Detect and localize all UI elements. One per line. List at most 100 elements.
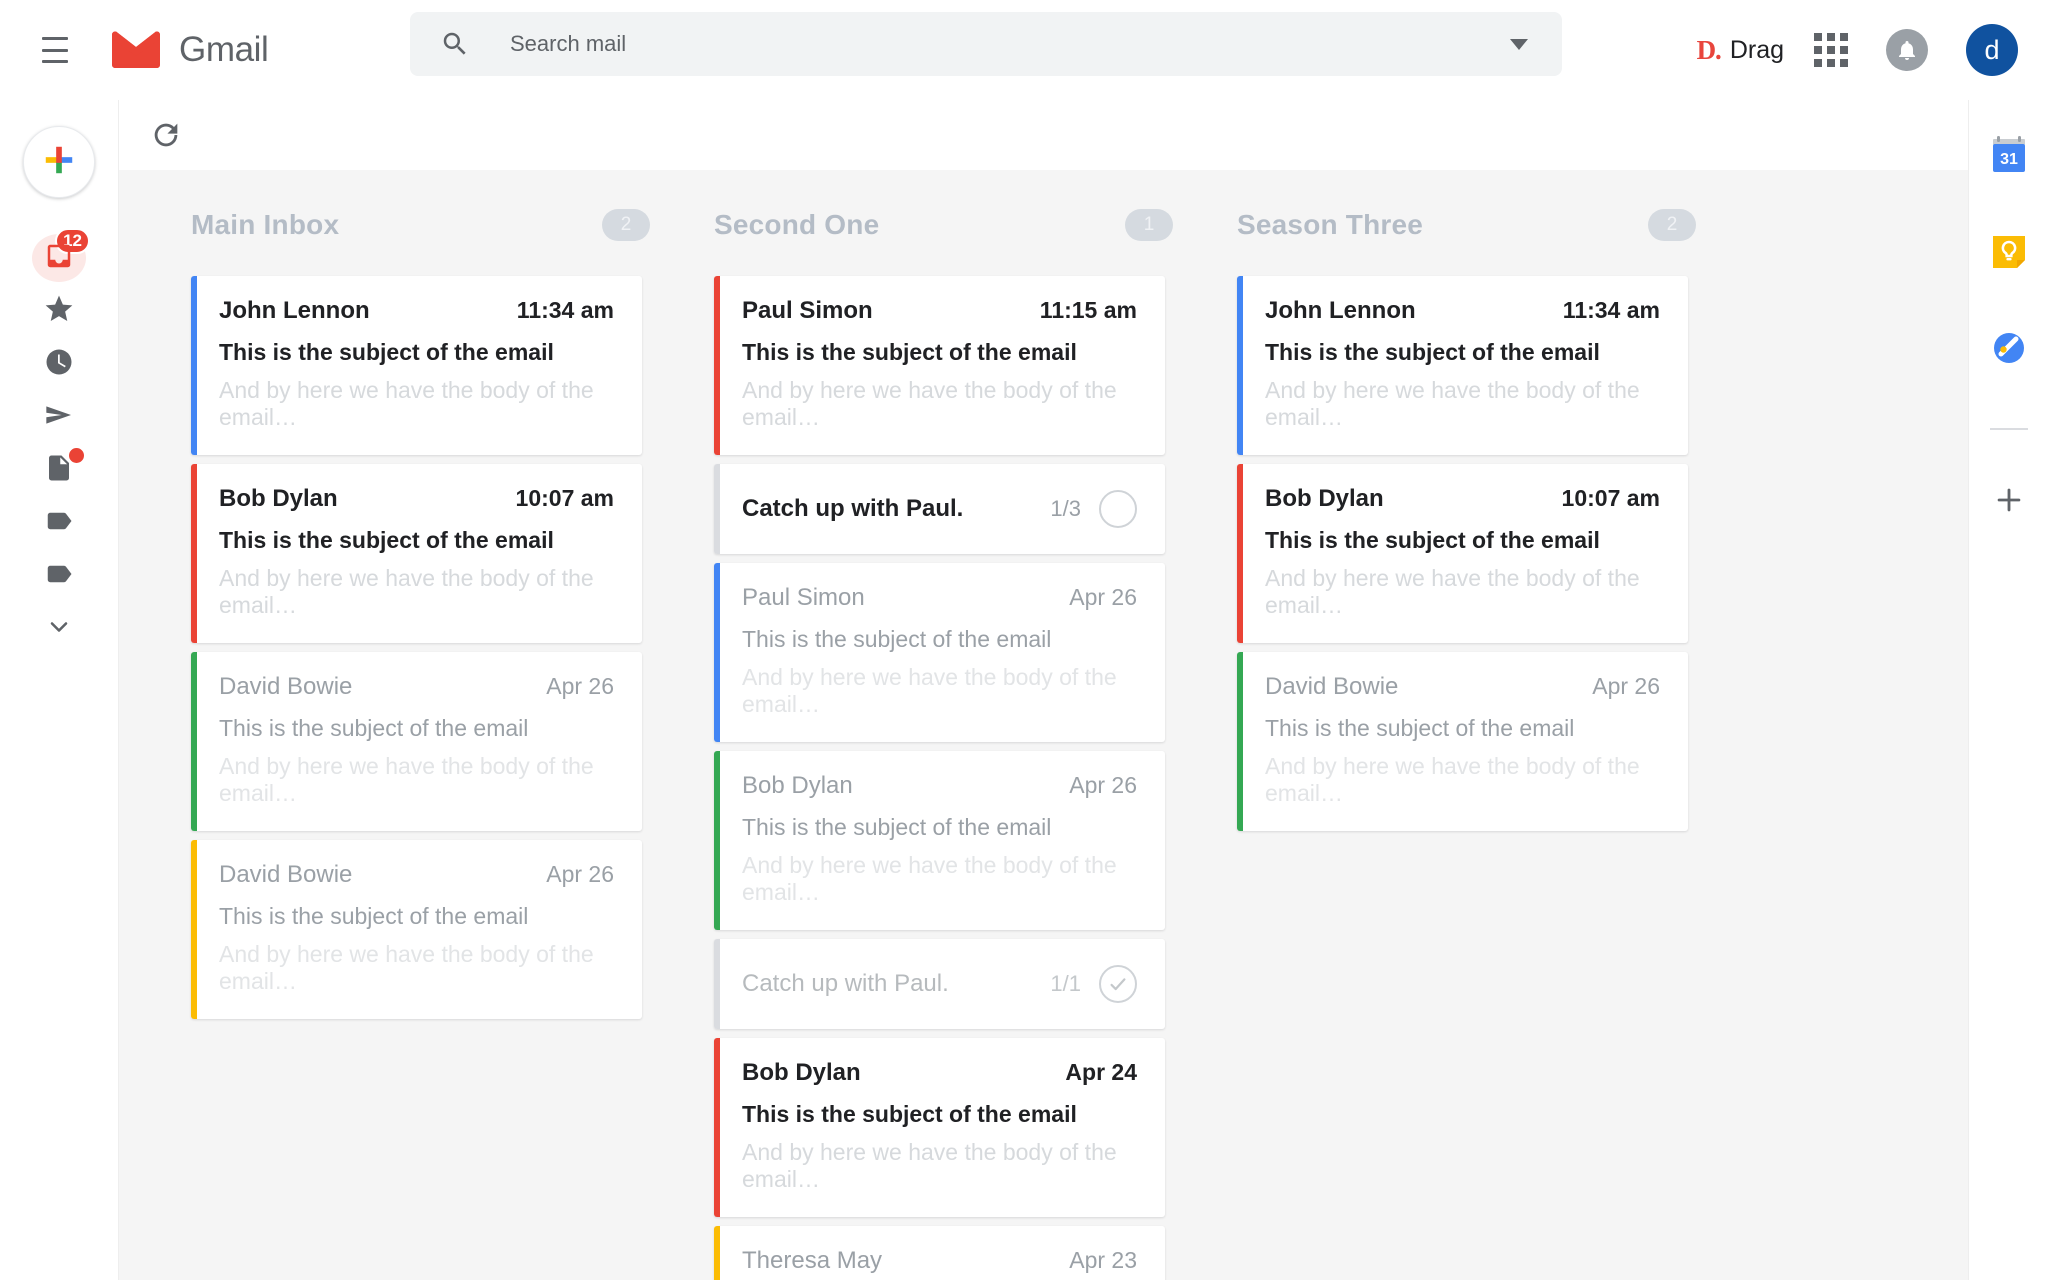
card-accent-bar	[1237, 276, 1243, 455]
email-sender: David Bowie	[219, 861, 353, 888]
sidebar-item-inbox[interactable]: 12	[24, 228, 94, 284]
drag-label: Drag	[1729, 35, 1784, 64]
email-card[interactable]: Bob Dylan 10:07 am This is the subject of…	[191, 464, 642, 643]
left-navigation-rail: 12	[0, 100, 118, 1280]
search-bar[interactable]	[410, 12, 1562, 76]
email-card[interactable]: Bob Dylan Apr 26 This is the subject of t…	[714, 751, 1165, 930]
email-date: Apr 23	[1069, 1247, 1137, 1273]
inbox-icon	[44, 241, 74, 276]
side-addons-panel: 31	[1968, 100, 2048, 1280]
google-keep-icon	[1989, 232, 2029, 277]
chevron-down-icon	[45, 613, 73, 646]
drag-logo-icon: D.	[1696, 34, 1722, 65]
email-date: 11:15 am	[1039, 297, 1137, 323]
column-count-badge: 2	[602, 209, 650, 241]
column-title: Main Inbox	[191, 209, 340, 240]
email-snippet: And by here we have the body of the emai…	[219, 377, 594, 430]
email-card[interactable]: Bob Dylan 10:07 am This is the subject of…	[1237, 464, 1688, 643]
sidebar-item-more[interactable]	[24, 603, 94, 655]
search-input[interactable]	[510, 31, 1510, 57]
addon-google-tasks[interactable]	[1983, 324, 2035, 376]
gmail-brand[interactable]: Gmail	[112, 30, 269, 70]
column-header[interactable]: Main Inbox 2	[155, 202, 678, 248]
star-icon	[43, 293, 75, 330]
email-sender: Bob Dylan	[219, 485, 338, 512]
task-card[interactable]: Catch up with Paul. 1/3	[714, 464, 1165, 554]
compose-button[interactable]	[23, 126, 95, 198]
user-avatar[interactable]: d	[1966, 24, 2018, 76]
addon-google-calendar[interactable]: 31	[1983, 132, 2035, 184]
addons-divider	[1989, 428, 2028, 430]
task-progress: 1/3	[1050, 496, 1081, 521]
hamburger-menu-icon[interactable]	[42, 37, 68, 63]
email-card[interactable]: John Lennon 11:34 am This is the subject …	[191, 276, 642, 455]
board-columns: Main Inbox 2 John Lennon 11:34 am This is …	[119, 170, 1968, 1280]
email-snippet: And by here we have the body of the emai…	[1265, 377, 1640, 430]
email-sender: John Lennon	[219, 297, 370, 324]
task-complete-check-icon[interactable]	[1099, 965, 1137, 1003]
card-accent-bar	[1237, 464, 1243, 643]
column-card-list: Paul Simon 11:15 am This is the subject o…	[678, 276, 1201, 1280]
board-column: Season Three 2 John Lennon 11:34 am This i…	[1201, 202, 1724, 1280]
email-card[interactable]: Paul Simon 11:15 am This is the subject o…	[714, 276, 1165, 455]
email-sender: Paul Simon	[742, 297, 873, 324]
email-sender: Bob Dylan	[742, 772, 853, 799]
refresh-icon[interactable]	[149, 118, 183, 152]
task-card[interactable]: Catch up with Paul. 1/1	[714, 939, 1165, 1029]
apps-grid-icon[interactable]	[1814, 33, 1848, 67]
board-column: Main Inbox 2 John Lennon 11:34 am This is …	[155, 202, 678, 1280]
email-sender: John Lennon	[1265, 297, 1416, 324]
email-sender: Paul Simon	[742, 584, 865, 611]
column-count-badge: 2	[1648, 209, 1696, 241]
svg-text:31: 31	[2000, 151, 2018, 168]
email-date: Apr 26	[546, 673, 614, 699]
column-card-list: John Lennon 11:34 am This is the subject …	[1201, 276, 1724, 831]
email-card[interactable]: Paul Simon Apr 26 This is the subject of …	[714, 563, 1165, 742]
addon-google-keep[interactable]	[1983, 228, 2035, 280]
email-snippet: And by here we have the body of the emai…	[219, 565, 594, 618]
email-card[interactable]: David Bowie Apr 26 This is the subject of…	[1237, 652, 1688, 831]
email-card[interactable]: Bob Dylan Apr 24 This is the subject of t…	[714, 1038, 1165, 1217]
drafts-status-dot	[69, 448, 84, 463]
notifications-bell-icon[interactable]	[1886, 29, 1928, 71]
gmail-wordmark: Gmail	[179, 30, 269, 69]
search-options-chevron-down-icon[interactable]	[1510, 38, 1528, 50]
mail-toolbar	[118, 100, 1968, 170]
task-checkbox-circle-icon[interactable]	[1099, 490, 1137, 528]
email-date: Apr 24	[1065, 1059, 1137, 1085]
label-icon	[44, 559, 74, 594]
email-snippet: And by here we have the body of the emai…	[219, 753, 594, 806]
email-card[interactable]: David Bowie Apr 26 This is the subject of…	[191, 840, 642, 1019]
email-sender: Theresa May	[742, 1247, 883, 1274]
card-accent-bar	[714, 276, 720, 455]
column-count-badge: 1	[1125, 209, 1173, 241]
email-snippet: And by here we have the body of the emai…	[219, 941, 594, 994]
sidebar-item-snoozed[interactable]	[24, 338, 94, 390]
column-header[interactable]: Second One 1	[678, 202, 1201, 248]
header-right-actions: D. Drag d	[1697, 0, 2024, 100]
column-header[interactable]: Season Three 2	[1201, 202, 1724, 248]
column-title: Season Three	[1237, 209, 1424, 240]
email-sender: David Bowie	[1265, 673, 1399, 700]
email-date: 10:07 am	[1561, 485, 1660, 511]
email-date: 10:07 am	[515, 485, 614, 511]
email-snippet: And by here we have the body of the emai…	[1265, 565, 1640, 618]
drag-app-button[interactable]: D. Drag	[1697, 35, 1784, 66]
card-accent-bar	[191, 652, 197, 831]
email-card[interactable]: David Bowie Apr 26 This is the subject of…	[191, 652, 642, 831]
sidebar-item-sent[interactable]	[24, 391, 94, 443]
email-subject: This is the subject of the email	[1265, 339, 1600, 365]
card-accent-bar	[714, 1226, 720, 1280]
sidebar-item-drafts[interactable]	[24, 444, 94, 496]
sidebar-item-label-2[interactable]	[24, 550, 94, 602]
add-addon-button[interactable]	[1983, 476, 2035, 528]
email-card[interactable]: John Lennon 11:34 am This is the subject …	[1237, 276, 1688, 455]
email-date: Apr 26	[1592, 673, 1660, 699]
email-subject: This is the subject of the email	[219, 527, 554, 553]
email-card[interactable]: Theresa May Apr 23This is the subject of…	[714, 1226, 1165, 1280]
sidebar-item-starred[interactable]	[24, 285, 94, 337]
sidebar-item-label-1[interactable]	[24, 497, 94, 549]
card-accent-bar	[191, 840, 197, 1019]
card-accent-bar	[714, 751, 720, 930]
email-date: Apr 26	[1069, 772, 1137, 798]
